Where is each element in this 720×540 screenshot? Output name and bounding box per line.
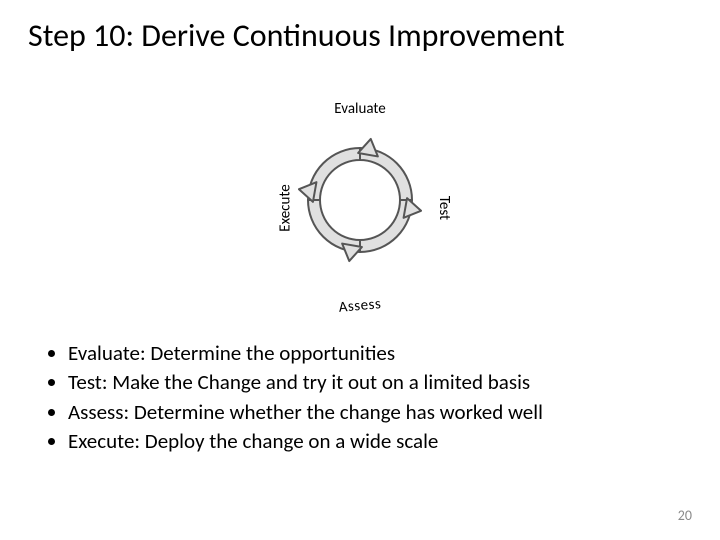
- cycle-label-evaluate: Evaluate: [334, 100, 385, 118]
- slide-title: Step 10: Derive Continuous Improvement: [28, 18, 700, 55]
- cycle-diagram-wrap: Evaluate Test Assess Execute: [0, 100, 720, 315]
- list-item: Assess: Determine whether the change has…: [68, 399, 680, 426]
- slide: Step 10: Derive Continuous Improvement: [0, 0, 720, 540]
- list-item: Test: Make the Change and try it out on …: [68, 369, 680, 396]
- list-item: Execute: Deploy the change on a wide sca…: [68, 428, 680, 455]
- cycle-label-execute: Execute: [277, 184, 295, 231]
- cycle-diagram: Evaluate Test Assess Execute: [260, 100, 460, 315]
- cycle-label-test: Test: [435, 195, 453, 219]
- list-item: Evaluate: Determine the opportunities: [68, 340, 680, 367]
- bullet-list: Evaluate: Determine the opportunities Te…: [40, 340, 680, 457]
- cycle-label-assess: Assess: [338, 295, 382, 317]
- page-number: 20: [678, 507, 692, 524]
- cycle-arrows-icon: [290, 130, 430, 270]
